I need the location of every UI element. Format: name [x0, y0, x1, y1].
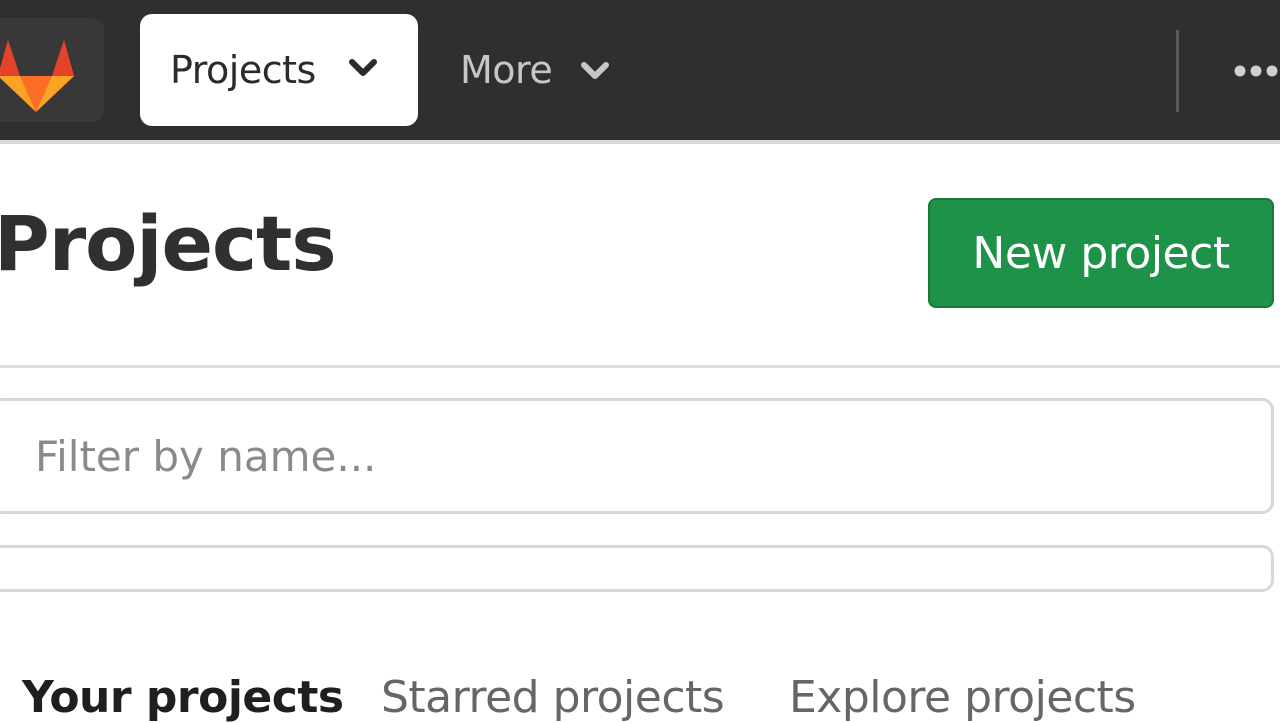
more-actions-button[interactable]	[1232, 56, 1280, 86]
header-divider	[0, 365, 1280, 368]
gitlab-tanuki-icon	[0, 40, 74, 112]
tab-explore-projects[interactable]: Explore projects	[789, 676, 1136, 720]
page-title: Projects	[0, 199, 337, 288]
nav-projects-dropdown[interactable]: Projects	[140, 14, 418, 126]
tab-your-projects[interactable]: Your projects	[22, 676, 344, 720]
project-tabs: Your projects Starred projects Explore p…	[0, 670, 1280, 720]
filter-by-name-input[interactable]	[0, 398, 1274, 514]
top-navigation-bar: Projects More	[0, 0, 1280, 140]
topbar-shadow	[0, 140, 1280, 144]
ellipsis-icon	[1234, 65, 1278, 77]
secondary-filter-box[interactable]	[0, 545, 1274, 592]
topbar-divider	[1176, 30, 1179, 112]
tab-starred-projects[interactable]: Starred projects	[381, 676, 725, 720]
nav-projects-label: Projects	[170, 48, 316, 92]
chevron-down-icon	[581, 62, 610, 79]
nav-more-dropdown[interactable]: More	[460, 14, 610, 126]
new-project-button[interactable]: New project	[928, 198, 1274, 308]
nav-more-label: More	[460, 48, 553, 92]
chevron-down-icon	[349, 59, 377, 76]
gitlab-logo-button[interactable]	[0, 18, 104, 122]
